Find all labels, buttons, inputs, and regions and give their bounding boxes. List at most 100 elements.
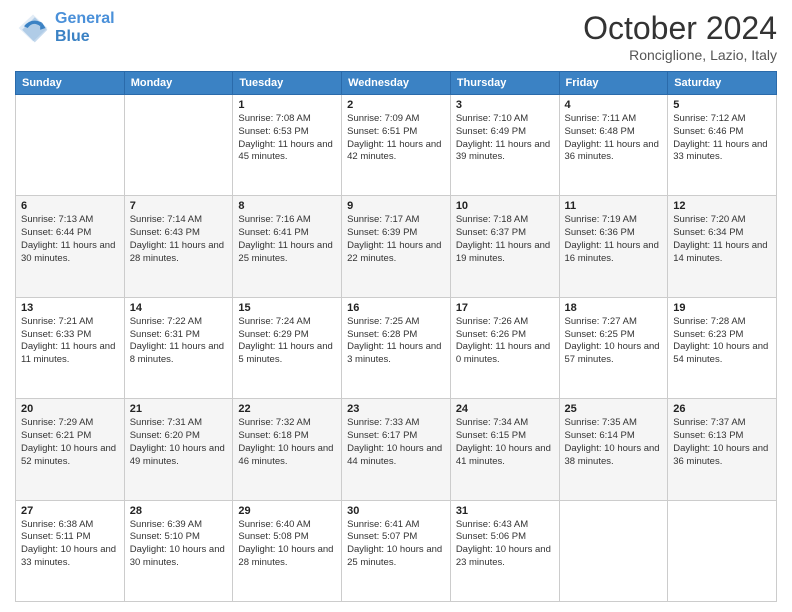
sunset-text: Sunset: 6:29 PM: [238, 329, 336, 342]
sunrise-text: Sunrise: 7:31 AM: [130, 417, 228, 430]
header-wednesday: Wednesday: [342, 72, 451, 95]
day-cell: 17Sunrise: 7:26 AMSunset: 6:26 PMDayligh…: [450, 297, 559, 398]
sunrise-text: Sunrise: 6:40 AM: [238, 519, 336, 532]
sunset-text: Sunset: 6:37 PM: [456, 227, 554, 240]
sunrise-text: Sunrise: 6:38 AM: [21, 519, 119, 532]
day-number: 10: [456, 200, 554, 212]
day-cell: 5Sunrise: 7:12 AMSunset: 6:46 PMDaylight…: [668, 95, 777, 196]
day-cell: 27Sunrise: 6:38 AMSunset: 5:11 PMDayligh…: [16, 500, 125, 601]
day-info: Sunrise: 7:08 AMSunset: 6:53 PMDaylight:…: [238, 113, 336, 164]
day-cell: 23 Sunrise: 7:33 AMSunset: 6:17 PMDayligh…: [342, 399, 451, 500]
calendar-table: SundayMondayTuesdayWednesdayThursdayFrid…: [15, 71, 777, 602]
sunset-text: Sunset: 6:49 PM: [456, 126, 554, 139]
sunset-text: Sunset: 6:51 PM: [347, 126, 445, 139]
day-number: 4: [565, 99, 663, 111]
day-number: 31: [456, 505, 554, 517]
day-number: 11: [565, 200, 663, 212]
day-number: 3: [456, 99, 554, 111]
day-info: Sunrise: 7:19 AMSunset: 6:36 PMDaylight:…: [565, 214, 663, 265]
day-cell: 8Sunrise: 7:16 AMSunset: 6:41 PMDaylight…: [233, 196, 342, 297]
sunrise-text: Sunrise: 7:22 AM: [130, 316, 228, 329]
logo-blue: Blue: [55, 28, 90, 45]
day-cell: [16, 95, 125, 196]
day-number: 17: [456, 302, 554, 314]
daylight-text: Daylight: 11 hours and 45 minutes.: [238, 139, 336, 165]
daylight-text: Daylight: 11 hours and 16 minutes.: [565, 240, 663, 266]
daylight-text: Daylight: 10 hours and 28 minutes.: [238, 544, 336, 570]
location: Ronciglione, Lazio, Italy: [583, 47, 777, 63]
sunrise-text: Sunrise: 7:14 AM: [130, 214, 228, 227]
sunset-text: Sunset: 6:44 PM: [21, 227, 119, 240]
day-cell: 3Sunrise: 7:10 AMSunset: 6:49 PMDaylight…: [450, 95, 559, 196]
daylight-text: Daylight: 11 hours and 42 minutes.: [347, 139, 445, 165]
day-cell: 14Sunrise: 7:22 AMSunset: 6:31 PMDayligh…: [124, 297, 233, 398]
sunset-text: Sunset: 6:21 PM: [21, 430, 119, 443]
day-info: Sunrise: 6:38 AMSunset: 5:11 PMDaylight:…: [21, 519, 119, 570]
sunrise-text: Sunrise: 6:41 AM: [347, 519, 445, 532]
day-info: Sunrise: 7:16 AMSunset: 6:41 PMDaylight:…: [238, 214, 336, 265]
daylight-text: Daylight: 10 hours and 49 minutes.: [130, 443, 228, 469]
day-info: Sunrise: 7:28 AMSunset: 6:23 PMDaylight:…: [673, 316, 771, 367]
day-info: Sunrise: 6:40 AMSunset: 5:08 PMDaylight:…: [238, 519, 336, 570]
day-cell: 4Sunrise: 7:11 AMSunset: 6:48 PMDaylight…: [559, 95, 668, 196]
day-cell: 26Sunrise: 7:37 AMSunset: 6:13 PMDayligh…: [668, 399, 777, 500]
day-number: 26: [673, 403, 771, 415]
sunrise-text: Sunrise: 7:29 AM: [21, 417, 119, 430]
sunrise-text: Sunrise: 7:37 AM: [673, 417, 771, 430]
header-tuesday: Tuesday: [233, 72, 342, 95]
day-number: 24: [456, 403, 554, 415]
day-info: Sunrise: 7:21 AMSunset: 6:33 PMDaylight:…: [21, 316, 119, 367]
sunrise-text: Sunrise: 7:32 AM: [238, 417, 336, 430]
day-number: 15: [238, 302, 336, 314]
daylight-text: Daylight: 11 hours and 3 minutes.: [347, 341, 445, 367]
sunset-text: Sunset: 6:13 PM: [673, 430, 771, 443]
day-number: 2: [347, 99, 445, 111]
sunrise-text: Sunrise: 7:27 AM: [565, 316, 663, 329]
sunset-text: Sunset: 6:23 PM: [673, 329, 771, 342]
logo-icon: [15, 10, 51, 46]
daylight-text: Daylight: 10 hours and 23 minutes.: [456, 544, 554, 570]
day-info: Sunrise: 7:17 AMSunset: 6:39 PMDaylight:…: [347, 214, 445, 265]
day-number: 21: [130, 403, 228, 415]
sunset-text: Sunset: 6:41 PM: [238, 227, 336, 240]
day-info: Sunrise: 7:13 AMSunset: 6:44 PMDaylight:…: [21, 214, 119, 265]
week-row-2: 6Sunrise: 7:13 AMSunset: 6:44 PMDaylight…: [16, 196, 777, 297]
sunset-text: Sunset: 5:10 PM: [130, 531, 228, 544]
day-number: 25: [565, 403, 663, 415]
day-number: 19: [673, 302, 771, 314]
day-info: Sunrise: 7:25 AMSunset: 6:28 PMDaylight:…: [347, 316, 445, 367]
sunrise-text: Sunrise: 6:39 AM: [130, 519, 228, 532]
day-cell: 31Sunrise: 6:43 AMSunset: 5:06 PMDayligh…: [450, 500, 559, 601]
day-number: 30: [347, 505, 445, 517]
sunset-text: Sunset: 5:07 PM: [347, 531, 445, 544]
sunrise-text: Sunrise: 7:26 AM: [456, 316, 554, 329]
sunset-text: Sunset: 5:08 PM: [238, 531, 336, 544]
day-number: 12: [673, 200, 771, 212]
header: General Blue October 2024 Ronciglione, L…: [15, 10, 777, 63]
sunset-text: Sunset: 6:48 PM: [565, 126, 663, 139]
daylight-text: Daylight: 11 hours and 5 minutes.: [238, 341, 336, 367]
daylight-text: Daylight: 10 hours and 41 minutes.: [456, 443, 554, 469]
sunset-text: Sunset: 6:25 PM: [565, 329, 663, 342]
day-number: 22: [238, 403, 336, 415]
daylight-text: Daylight: 11 hours and 8 minutes.: [130, 341, 228, 367]
header-sunday: Sunday: [16, 72, 125, 95]
daylight-text: Daylight: 11 hours and 28 minutes.: [130, 240, 228, 266]
daylight-text: Daylight: 10 hours and 30 minutes.: [130, 544, 228, 570]
day-number: 16: [347, 302, 445, 314]
day-number: 23: [347, 403, 445, 415]
day-cell: 7Sunrise: 7:14 AMSunset: 6:43 PMDaylight…: [124, 196, 233, 297]
day-cell: 9 Sunrise: 7:17 AMSunset: 6:39 PMDaylight…: [342, 196, 451, 297]
day-number: 9: [347, 200, 445, 212]
logo: General Blue: [15, 10, 115, 46]
day-info: Sunrise: 7:33 AMSunset: 6:17 PMDaylight:…: [347, 417, 445, 468]
day-cell: 21 Sunrise: 7:31 AMSunset: 6:20 PMDayligh…: [124, 399, 233, 500]
sunset-text: Sunset: 6:20 PM: [130, 430, 228, 443]
sunrise-text: Sunrise: 7:28 AM: [673, 316, 771, 329]
daylight-text: Daylight: 11 hours and 30 minutes.: [21, 240, 119, 266]
sunset-text: Sunset: 6:15 PM: [456, 430, 554, 443]
day-cell: [668, 500, 777, 601]
day-cell: 22Sunrise: 7:32 AMSunset: 6:18 PMDayligh…: [233, 399, 342, 500]
week-row-4: 20Sunrise: 7:29 AMSunset: 6:21 PMDayligh…: [16, 399, 777, 500]
daylight-text: Daylight: 10 hours and 25 minutes.: [347, 544, 445, 570]
